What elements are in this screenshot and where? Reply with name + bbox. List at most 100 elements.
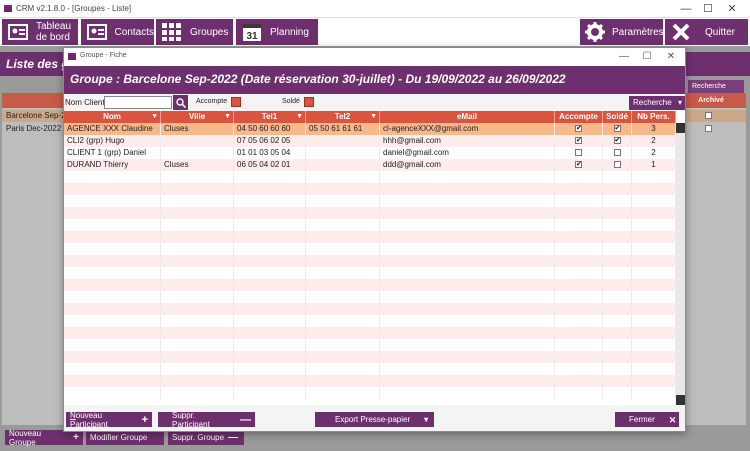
cell-nb: 3 xyxy=(632,123,676,135)
plus-icon: + xyxy=(141,413,148,426)
nom-client-input[interactable] xyxy=(104,96,172,109)
table-row[interactable]: CLI2 (grp) Hugo 07 05 06 02 05 hhh@gmail.c… xyxy=(64,135,676,147)
cell-ville xyxy=(161,147,234,159)
column-header-tel2[interactable]: Tel2 ▼ xyxy=(306,111,380,123)
cell-ville xyxy=(161,267,234,279)
cell-tel1 xyxy=(234,387,306,399)
cell-ville xyxy=(161,363,234,375)
empty-table-row[interactable] xyxy=(64,375,676,387)
scroll-down-handle[interactable] xyxy=(676,395,685,405)
accompte-checkbox[interactable] xyxy=(575,148,582,156)
suppr-groupe-button[interactable]: Suppr. Groupe — xyxy=(168,430,244,445)
cell-solde xyxy=(603,267,632,279)
solde-checkbox[interactable] xyxy=(613,148,621,156)
table-scrollbar[interactable] xyxy=(676,123,685,405)
search-button[interactable] xyxy=(173,95,188,110)
accompte-checkbox[interactable] xyxy=(575,123,582,135)
minimize-button[interactable]: — xyxy=(676,2,696,16)
empty-table-row[interactable] xyxy=(64,219,676,231)
empty-table-row[interactable] xyxy=(64,255,676,267)
cell-email xyxy=(380,183,555,195)
empty-table-row[interactable] xyxy=(64,207,676,219)
empty-table-row[interactable] xyxy=(64,195,676,207)
empty-table-row[interactable] xyxy=(64,171,676,183)
empty-table-row[interactable] xyxy=(64,291,676,303)
fermer-button[interactable]: Fermer ✕ xyxy=(615,412,679,427)
empty-table-row[interactable] xyxy=(64,351,676,363)
recherche-dropdown[interactable]: Recherche ▾ xyxy=(629,96,685,110)
planning-button[interactable]: 31 Planning xyxy=(236,19,318,45)
filter-icon[interactable]: ▼ xyxy=(370,111,377,123)
accompte-checkbox[interactable] xyxy=(575,135,582,147)
suppr-participant-button[interactable]: Suppr. Participant — xyxy=(158,411,255,429)
modifier-groupe-button[interactable]: Modifier Groupe xyxy=(86,430,164,445)
cell-solde xyxy=(603,303,632,315)
accompte-filter-toggle[interactable] xyxy=(231,97,241,107)
export-presse-papier-button[interactable]: Export Presse-papier ▾ xyxy=(315,412,434,427)
parametres-button[interactable]: Paramètres xyxy=(580,19,664,45)
filter-icon[interactable]: ▼ xyxy=(296,111,303,123)
close-window-button[interactable]: ✕ xyxy=(722,2,742,16)
archive-checkbox[interactable] xyxy=(705,112,712,119)
table-row[interactable]: AGENCE XXX Claudine Cluses 04 50 60 60 60 0… xyxy=(64,123,676,135)
cell-tel1 xyxy=(234,231,306,243)
solde-checkbox[interactable] xyxy=(613,160,621,168)
column-header-email[interactable]: eMail xyxy=(380,111,555,123)
solde-checkbox[interactable] xyxy=(613,135,621,147)
filter-icon[interactable]: ▼ xyxy=(151,111,158,123)
column-header-tel1[interactable]: Tel1 ▼ xyxy=(234,111,306,123)
empty-table-row[interactable] xyxy=(64,267,676,279)
main-toolbar: Tableau de bord Contacts Groupes 31 Plann… xyxy=(0,18,750,46)
cell-tel1 xyxy=(234,363,306,375)
solde-filter-toggle[interactable] xyxy=(304,97,314,107)
cell-nb xyxy=(632,279,676,291)
minus-icon: — xyxy=(228,432,239,443)
empty-table-row[interactable] xyxy=(64,387,676,399)
minus-icon: — xyxy=(240,413,251,426)
column-header-accompte[interactable]: Accompte xyxy=(555,111,603,123)
empty-table-row[interactable] xyxy=(64,279,676,291)
quitter-button[interactable]: Quitter xyxy=(665,19,748,45)
table-row[interactable]: CLIENT 1 (grp) Daniel 01 01 03 05 04 danie… xyxy=(64,147,676,159)
maximize-button[interactable]: ☐ xyxy=(698,2,718,16)
column-header-nb-pers[interactable]: Nb Pers. xyxy=(632,111,676,123)
scroll-up-handle[interactable] xyxy=(676,123,685,133)
accompte-checkbox[interactable] xyxy=(575,159,582,171)
contacts-button[interactable]: Contacts xyxy=(81,19,154,45)
cell-nb xyxy=(632,327,676,339)
window-title: CRM v2.1.8.0 - [Groupes - Liste] xyxy=(16,4,132,13)
empty-table-row[interactable] xyxy=(64,327,676,339)
cell-nom xyxy=(64,375,161,387)
dialog-maximize-button[interactable]: ☐ xyxy=(637,49,657,65)
cell-accompte xyxy=(555,291,603,303)
empty-table-row[interactable] xyxy=(64,243,676,255)
cell-tel2 xyxy=(306,267,380,279)
cell-ville xyxy=(161,171,234,183)
nouveau-participant-button[interactable]: Nouveau Participant + xyxy=(66,411,152,429)
cell-email xyxy=(380,291,555,303)
empty-table-row[interactable] xyxy=(64,231,676,243)
column-header-nom[interactable]: Nom ▼ xyxy=(64,111,161,123)
solde-checkbox[interactable] xyxy=(613,123,621,135)
table-row[interactable]: DURAND Thierry Cluses 06 05 04 02 01 ddd@gm… xyxy=(64,159,676,171)
cell-ville xyxy=(161,303,234,315)
column-header-solde[interactable]: Soldé xyxy=(603,111,632,123)
empty-table-row[interactable] xyxy=(64,339,676,351)
empty-table-row[interactable] xyxy=(64,363,676,375)
column-header-ville[interactable]: Ville ▼ xyxy=(161,111,234,123)
background-recherche-button[interactable]: Recherche xyxy=(688,80,744,93)
empty-table-row[interactable] xyxy=(64,315,676,327)
dialog-close-button[interactable]: ✕ xyxy=(661,49,681,65)
filter-icon[interactable]: ▼ xyxy=(224,111,231,123)
dashboard-button[interactable]: Tableau de bord xyxy=(2,19,78,45)
nouveau-groupe-button[interactable]: Nouveau Groupe + xyxy=(5,429,83,447)
cell-accompte xyxy=(555,279,603,291)
dialog-minimize-button[interactable]: — xyxy=(614,49,634,65)
empty-table-row[interactable] xyxy=(64,303,676,315)
cell-tel2 xyxy=(306,351,380,363)
archive-checkbox[interactable] xyxy=(705,125,712,132)
groupes-button[interactable]: Groupes xyxy=(156,19,233,45)
app-icon xyxy=(68,53,76,60)
empty-table-row[interactable] xyxy=(64,183,676,195)
cell-tel1: 07 05 06 02 05 xyxy=(234,135,306,147)
